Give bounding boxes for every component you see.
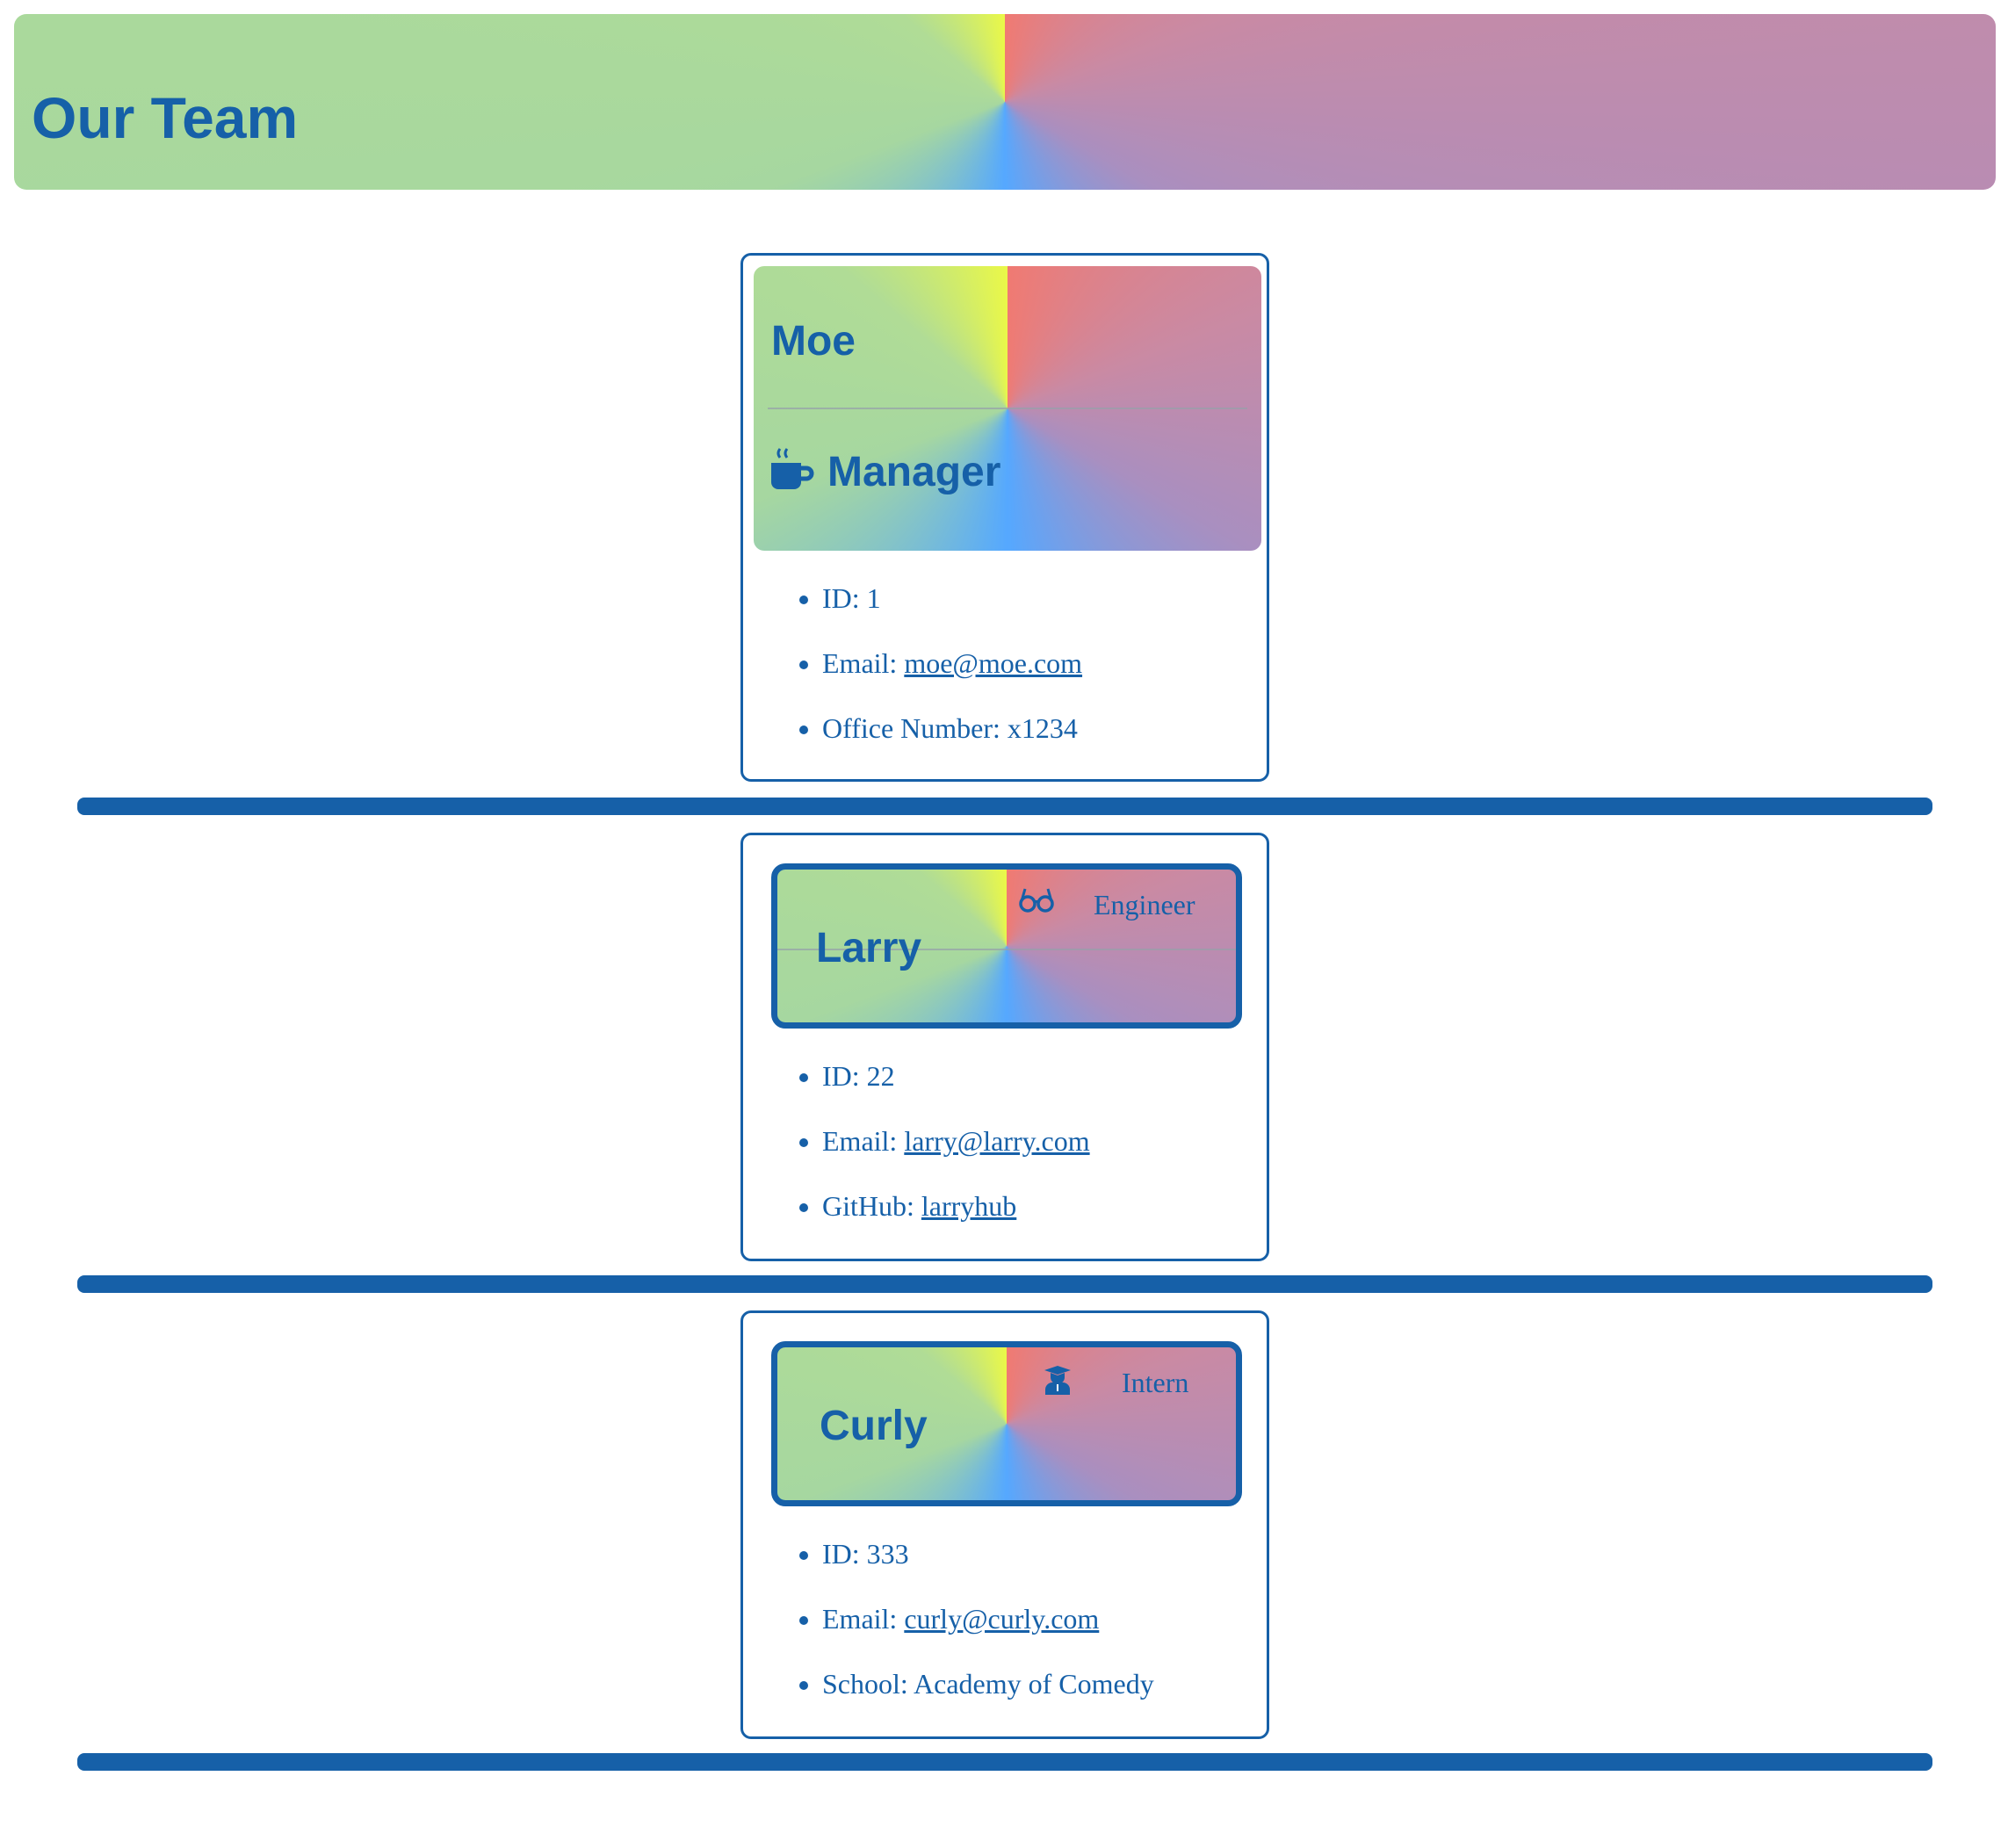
employee-id: 1	[866, 582, 881, 614]
manager-card: Moe Manager ID: 1 Email: moe@moe.com Off…	[740, 253, 1269, 782]
employee-name: Larry	[816, 925, 922, 971]
list-item: GitHub: larryhub	[822, 1187, 1090, 1252]
employee-role: Intern	[1122, 1367, 1189, 1398]
employee-name: Moe	[771, 318, 856, 365]
list-item: School: Academy of Comedy	[822, 1664, 1154, 1729]
section-divider-bar	[77, 798, 1932, 815]
employee-id: 333	[866, 1538, 909, 1570]
employee-name: Curly	[820, 1403, 928, 1449]
employee-info-list: ID: 333 Email: curly@curly.com School: A…	[787, 1534, 1154, 1729]
page-header: Our Team	[14, 14, 1996, 190]
email-link[interactable]: larry@larry.com	[904, 1125, 1089, 1157]
list-item: Email: moe@moe.com	[822, 644, 1082, 709]
list-item: ID: 333	[822, 1534, 1154, 1599]
card-header: Intern Curly	[771, 1341, 1242, 1506]
list-item: Email: curly@curly.com	[822, 1599, 1154, 1664]
intern-card: Intern Curly ID: 333 Email: curly@curly.…	[740, 1310, 1269, 1739]
employee-role: Manager	[827, 449, 1001, 495]
divider	[768, 408, 1247, 409]
office-number: x1234	[1007, 712, 1078, 744]
employee-info-list: ID: 22 Email: larry@larry.com GitHub: la…	[787, 1057, 1090, 1252]
school-name: Academy of Comedy	[914, 1668, 1154, 1700]
list-item: ID: 1	[822, 579, 1082, 644]
list-item: Office Number: x1234	[822, 709, 1082, 774]
list-item: ID: 22	[822, 1057, 1090, 1122]
section-divider-bar	[77, 1753, 1932, 1771]
glasses-icon	[1018, 885, 1055, 918]
github-link[interactable]: larryhub	[921, 1190, 1016, 1222]
engineer-card: Engineer Larry ID: 22 Email: larry@larry…	[740, 833, 1269, 1261]
employee-info-list: ID: 1 Email: moe@moe.com Office Number: …	[787, 579, 1082, 774]
email-link[interactable]: moe@moe.com	[904, 647, 1082, 679]
email-link[interactable]: curly@curly.com	[904, 1603, 1099, 1635]
card-header: Moe Manager	[754, 266, 1261, 551]
coffee-cup-icon	[769, 447, 815, 497]
list-item: Email: larry@larry.com	[822, 1122, 1090, 1187]
section-divider-bar	[77, 1275, 1932, 1293]
employee-role: Engineer	[1094, 889, 1195, 920]
employee-id: 22	[866, 1060, 895, 1092]
page-title: Our Team	[32, 85, 299, 150]
card-header: Engineer Larry	[771, 863, 1242, 1029]
graduate-icon	[1043, 1365, 1073, 1399]
